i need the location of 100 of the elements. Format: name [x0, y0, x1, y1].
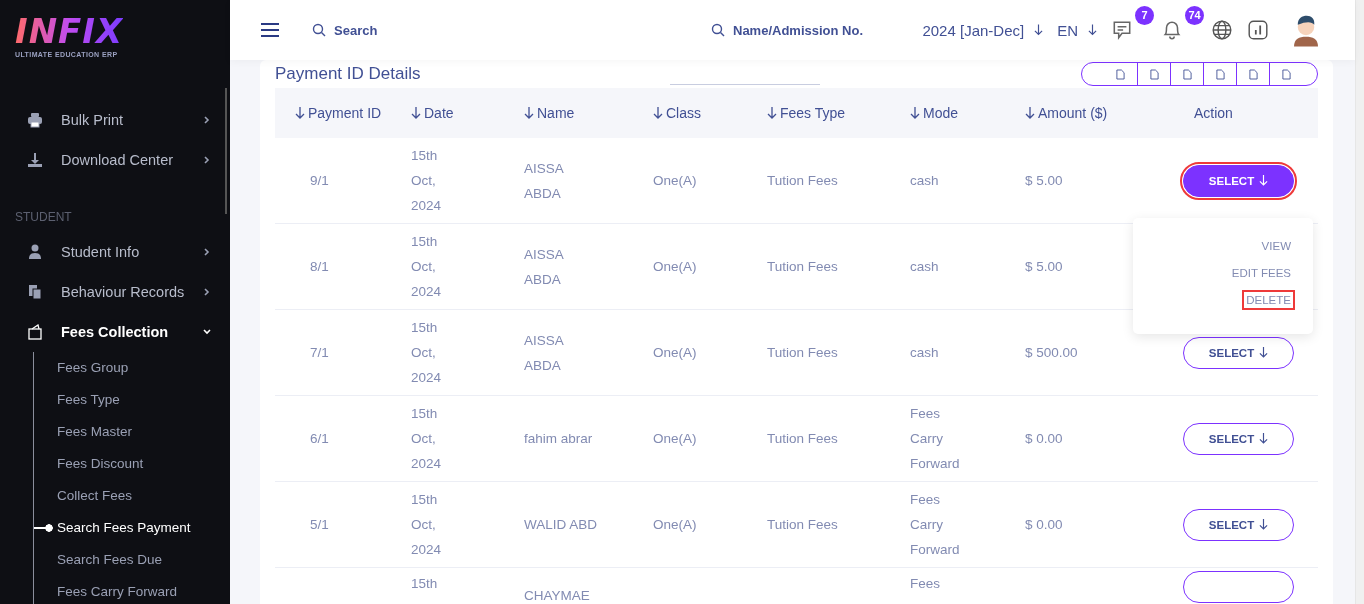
menu-item[interactable]: EDIT FEES — [1229, 264, 1293, 281]
search-icon — [711, 23, 725, 37]
table-cell-text: Fees — [910, 575, 941, 593]
table-cell: Tution Fees — [767, 517, 838, 532]
table-cell-text: WALID ABD — [524, 516, 599, 534]
select-dropdown-button[interactable]: SELECT — [1183, 164, 1294, 197]
person-icon — [27, 244, 43, 260]
documents-icon — [27, 284, 43, 300]
table-cell: $ 5.00 — [1025, 173, 1063, 188]
column-header[interactable]: Class — [666, 105, 701, 121]
sort-arrow-icon[interactable] — [653, 107, 663, 119]
table-cell: One(A) — [653, 517, 697, 532]
submenu-item[interactable]: Fees Type — [34, 384, 230, 416]
sort-arrow-icon[interactable] — [1025, 107, 1035, 119]
table-cell-text: cash — [910, 258, 940, 276]
menu-icon[interactable] — [261, 23, 279, 37]
arrow-down-icon — [1034, 23, 1044, 36]
submenu-item[interactable]: Fees Master — [34, 416, 230, 448]
submenu-item[interactable]: Collect Fees — [34, 480, 230, 512]
table-cell: Tution Fees — [767, 173, 838, 188]
document-icon — [1215, 68, 1225, 80]
table-cell: $ 0.00 — [1025, 431, 1063, 446]
arrow-down-icon — [1259, 174, 1269, 186]
sidebar-item[interactable]: Bulk Print — [0, 100, 230, 140]
sort-arrow-icon[interactable] — [411, 107, 421, 119]
document-icon — [1281, 68, 1291, 80]
sidebar-item[interactable]: Fees Collection — [0, 312, 230, 352]
table-cell: 9/1 — [310, 173, 329, 188]
document-icon — [1182, 68, 1192, 80]
card-title: Payment ID Details — [275, 64, 422, 84]
table-cell: 5/1 — [310, 517, 329, 532]
table-cell: $ 5.00 — [1025, 259, 1063, 274]
table-cell-text: 15th — [411, 575, 439, 593]
sort-arrow-icon[interactable] — [910, 107, 920, 119]
chevron-icon — [202, 115, 212, 125]
column-header[interactable]: Action — [1194, 105, 1233, 121]
language-dropdown[interactable]: EN — [1057, 21, 1097, 39]
table-cell-text: cash — [910, 344, 940, 362]
table-cell: One(A) — [653, 345, 697, 360]
wallet-icon — [27, 324, 43, 340]
notification-count-badge: 74 — [1185, 6, 1204, 25]
sidebar-item[interactable]: Download Center — [0, 140, 230, 180]
document-icon — [1149, 68, 1159, 80]
sidebar-item[interactable]: Student Info — [0, 232, 230, 272]
column-header[interactable]: Name — [537, 105, 575, 121]
submenu-item[interactable]: Fees Group — [34, 352, 230, 384]
sort-arrow-icon[interactable] — [524, 107, 534, 119]
table-cell: 8/1 — [310, 259, 329, 274]
table-cell: 7/1 — [310, 345, 329, 360]
section-label: STUDENT — [14, 209, 73, 226]
session-dropdown[interactable]: 2024 [Jan-Dec] — [922, 21, 1044, 39]
chevron-icon — [202, 247, 212, 257]
table-cell-text: CHAYMAE — [524, 587, 591, 604]
table-cell-text: AISSA ABDA — [524, 331, 565, 375]
chevron-icon — [202, 155, 212, 165]
table-cell-text: fahim abrar — [524, 430, 594, 448]
select-dropdown-button[interactable]: SELECT — [1183, 336, 1294, 369]
table-cell: Tution Fees — [767, 431, 838, 446]
document-icon — [1248, 68, 1258, 80]
table-cell-text: 15th Oct, 2024 — [411, 319, 443, 387]
column-header[interactable]: Amount ($) — [1038, 105, 1108, 121]
sidebar-scrollbar[interactable] — [225, 88, 227, 214]
student-search-field[interactable]: Name/Admission No. — [731, 21, 885, 39]
sidebar-item[interactable]: Behaviour Records — [0, 272, 230, 312]
search-icon — [312, 23, 326, 37]
table-cell: Tution Fees — [767, 345, 838, 360]
table-cell: $ 0.00 — [1025, 517, 1063, 532]
column-header[interactable]: Date — [424, 105, 454, 121]
chart-icon[interactable] — [1247, 19, 1269, 41]
table-cell-text: AISSA ABDA — [524, 159, 565, 203]
table-cell-text: 15th Oct, 2024 — [411, 405, 443, 473]
sort-arrow-icon[interactable] — [295, 107, 305, 119]
submenu-item[interactable]: Search Fees Due — [34, 544, 230, 576]
column-header[interactable]: Mode — [923, 105, 959, 121]
table-cell-text: 15th Oct, 2024 — [411, 147, 443, 215]
arrow-down-icon — [1259, 432, 1269, 444]
column-header[interactable]: Payment ID — [308, 105, 382, 121]
search-field[interactable]: Search — [332, 21, 416, 39]
sort-arrow-icon[interactable] — [767, 107, 777, 119]
submenu-item[interactable]: Fees Discount — [34, 448, 230, 480]
chat-icon — [1111, 19, 1133, 41]
page-scrollbar[interactable] — [1355, 0, 1364, 604]
table-cell-text: 15th Oct, 2024 — [411, 233, 443, 301]
table-cell-text: Fees Carry Forward — [910, 405, 960, 473]
globe-icon[interactable] — [1211, 19, 1233, 41]
table-cell-text: Fees Carry Forward — [910, 491, 960, 559]
printer-icon — [27, 112, 43, 128]
menu-item[interactable]: VIEW — [1259, 237, 1293, 254]
table-cell: One(A) — [653, 259, 697, 274]
select-dropdown-button[interactable]: SELECT — [1183, 422, 1294, 455]
table-cell: Tution Fees — [767, 259, 838, 274]
select-dropdown-button[interactable] — [1183, 571, 1294, 603]
column-header[interactable]: Fees Type — [780, 105, 846, 121]
chevron-icon — [202, 287, 212, 297]
arrow-down-icon — [1259, 518, 1269, 530]
download-icon — [27, 152, 43, 168]
bell-icon — [1161, 19, 1183, 41]
submenu-item[interactable]: Fees Carry Forward — [34, 576, 230, 604]
select-dropdown-button[interactable]: SELECT — [1183, 508, 1294, 541]
table-cell: 6/1 — [310, 431, 329, 446]
